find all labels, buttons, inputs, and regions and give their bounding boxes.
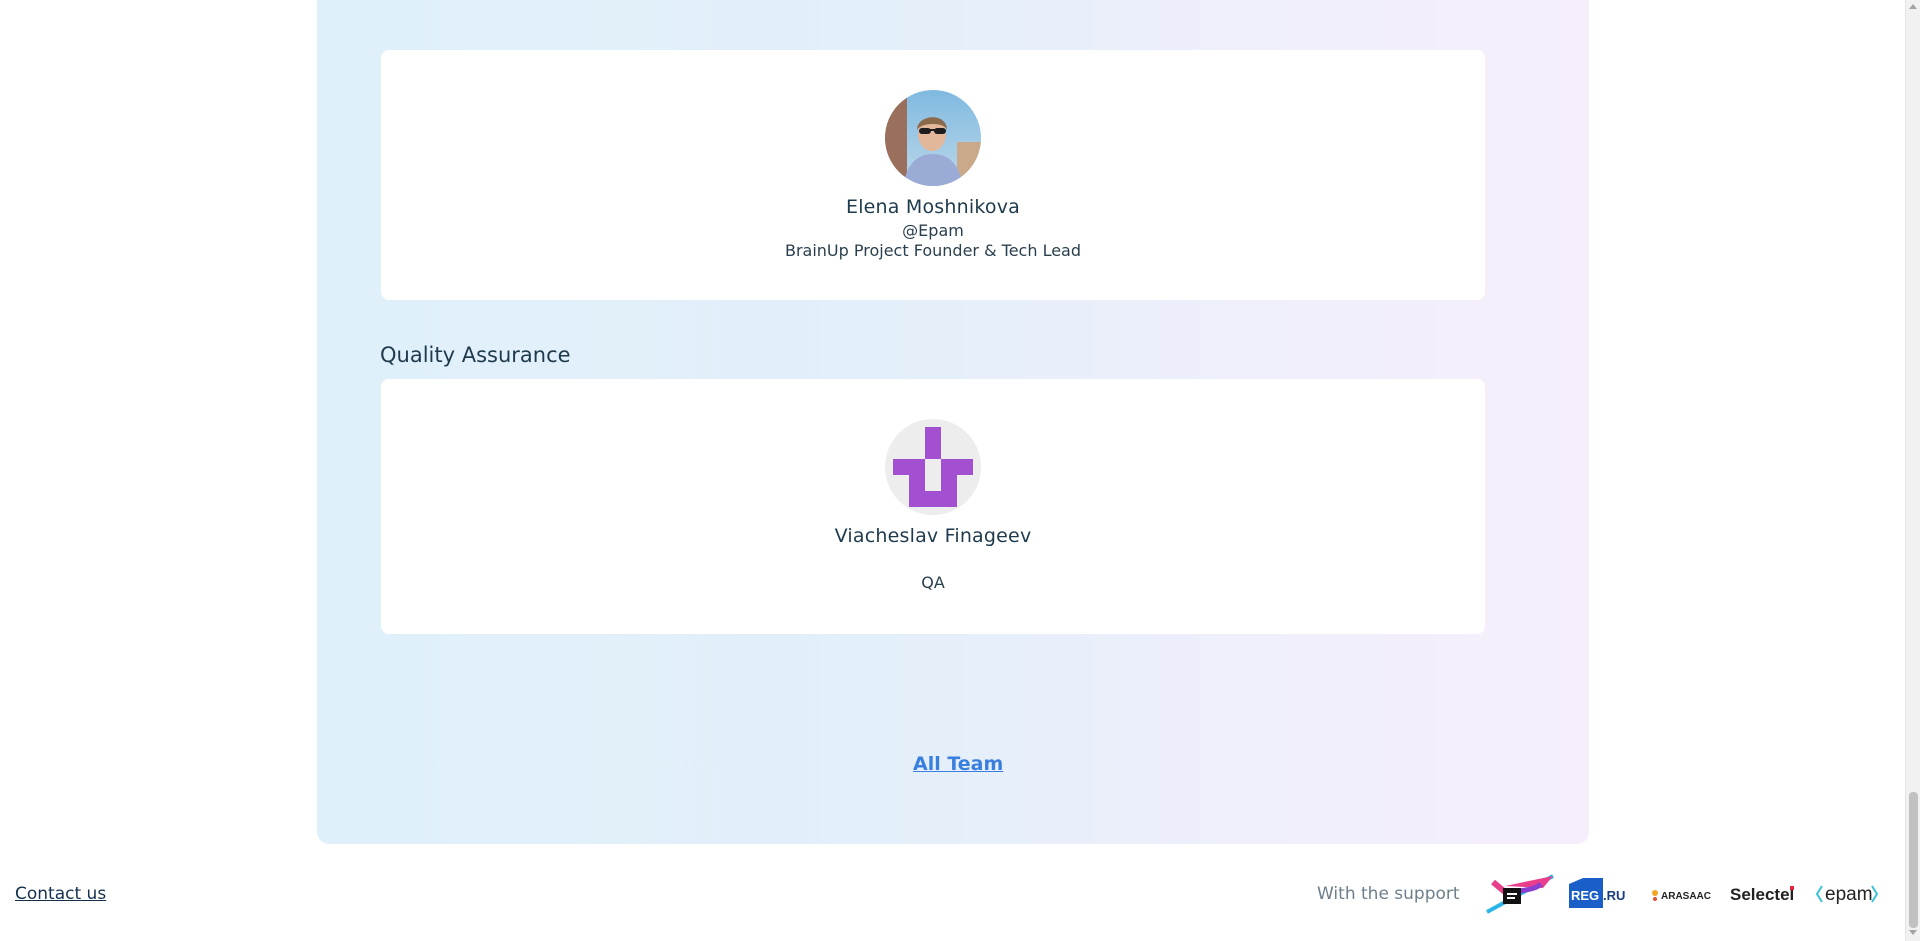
arasaac-text: ARASAAC: [1661, 891, 1711, 902]
selectel-text: Selectel: [1730, 885, 1794, 904]
member-name: Viacheslav Finageev: [834, 525, 1032, 547]
qa-member-card: Viacheslav Finageev QA: [381, 379, 1485, 634]
member-role: QA: [921, 573, 945, 592]
member-name: Elena Moshnikova: [845, 196, 1020, 218]
arasaac-logo-icon[interactable]: ARASAAC: [1650, 872, 1720, 916]
page-scrollbar[interactable]: [1905, 0, 1920, 941]
member-role: BrainUp Project Founder & Tech Lead: [784, 241, 1081, 260]
selectel-logo-icon[interactable]: Selectel: [1730, 872, 1802, 916]
section-heading-qa: Quality Assurance: [380, 343, 571, 367]
contact-us-link[interactable]: Contact us: [15, 884, 106, 904]
regru-text-tail: .RU: [1603, 888, 1625, 903]
support-label: With the support: [1317, 884, 1460, 904]
page: Elena Moshnikova @Epam BrainUp Project F…: [0, 0, 1920, 941]
lead-member-card: Elena Moshnikova @Epam BrainUp Project F…: [381, 50, 1485, 300]
regru-text-main: REG: [1571, 888, 1599, 903]
scrollbar-thumb[interactable]: [1909, 792, 1918, 928]
mda-logo-icon[interactable]: [1483, 872, 1557, 916]
epam-logo-icon[interactable]: epam: [1815, 872, 1881, 916]
epam-text: epam: [1825, 884, 1873, 905]
person-photo-icon: [885, 90, 981, 186]
footer: Contact us With the support REG .RU ARAS…: [0, 860, 1905, 928]
scroll-down-icon[interactable]: [1909, 930, 1917, 935]
scroll-up-icon[interactable]: [1909, 4, 1917, 9]
regru-logo-icon[interactable]: REG .RU: [1567, 872, 1625, 916]
member-company: @Epam: [902, 221, 964, 240]
all-team-link[interactable]: All Team: [913, 753, 1003, 775]
identicon-avatar-icon: [885, 419, 981, 515]
